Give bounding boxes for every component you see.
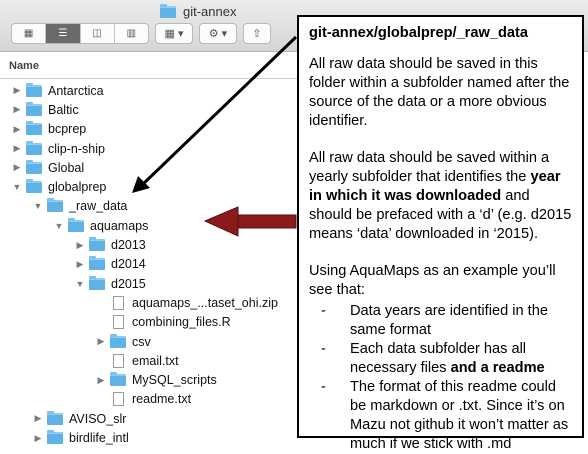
p2-text-before: All raw data should be saved within a ye… (309, 150, 550, 185)
bullet-item-3: The format of this readme could be markd… (309, 378, 574, 454)
annotation-title: git-annex/globalprep/_raw_data (309, 25, 528, 41)
annotation-box: git-annex/globalprep/_raw_data All raw d… (297, 15, 584, 452)
bullet-item-1: Data years are identified in the same fo… (309, 302, 574, 340)
annotation-paragraph-1: All raw data should be saved in this fol… (309, 56, 570, 129)
bullet2-bold: and a readme (450, 360, 545, 376)
black-arrow-line (140, 35, 298, 187)
red-arrow-shaft (235, 214, 297, 229)
annotation-paragraph-3: Using AquaMaps as an example you’ll see … (309, 263, 556, 298)
bullet-item-2: Each data subfolder has all necessary fi… (309, 340, 574, 378)
annotation-paragraph-2: All raw data should be saved within a ye… (309, 149, 574, 244)
red-arrow-head (203, 206, 239, 237)
annotation-bullets: Data years are identified in the same fo… (309, 302, 574, 454)
